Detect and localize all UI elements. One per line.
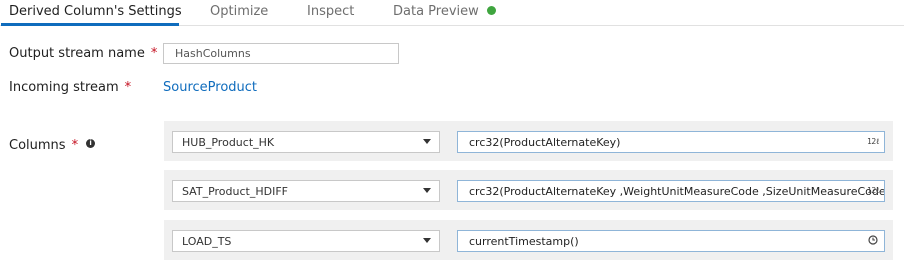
column-row: SAT_Product_HDIFF crc32(ProductAlternate…	[164, 170, 893, 210]
required-marker: *	[150, 46, 158, 61]
required-marker: *	[71, 138, 79, 153]
active-tab-indicator	[1, 23, 179, 26]
tab-data-preview[interactable]: Data Preview	[393, 4, 496, 19]
column-name-value: HUB_Product_HK	[182, 136, 275, 149]
column-name-dropdown[interactable]: HUB_Product_HK	[172, 131, 440, 153]
numeric-type-icon: 12ℓ	[867, 137, 879, 146]
column-expression-input[interactable]: currentTimestamp()	[457, 230, 885, 252]
column-name-value: SAT_Product_HDIFF	[182, 185, 288, 198]
status-dot-icon	[486, 6, 496, 15]
chevron-down-icon	[423, 139, 431, 144]
tab-optimize[interactable]: Optimize	[210, 4, 268, 19]
column-expression-value: currentTimestamp()	[469, 235, 579, 248]
output-stream-name-label: Output stream name *	[9, 46, 157, 61]
column-row: LOAD_TS currentTimestamp()	[164, 220, 893, 260]
tab-inspect[interactable]: Inspect	[307, 4, 354, 19]
column-name-value: LOAD_TS	[182, 235, 232, 248]
chevron-down-icon	[423, 188, 431, 193]
column-name-dropdown[interactable]: SAT_Product_HDIFF	[172, 180, 440, 202]
info-icon[interactable]: i	[86, 139, 96, 148]
required-marker: *	[124, 80, 132, 95]
columns-text: Columns	[9, 138, 66, 153]
tab-bar: Derived Column's Settings Optimize Inspe…	[0, 0, 904, 26]
incoming-stream-label: Incoming stream *	[9, 80, 131, 95]
column-expression-value: crc32(ProductAlternateKey)	[469, 136, 621, 149]
column-expression-input[interactable]: crc32(ProductAlternateKey) 12ℓ	[457, 131, 885, 153]
column-row: HUB_Product_HK crc32(ProductAlternateKey…	[164, 121, 893, 161]
chevron-down-icon	[423, 238, 431, 243]
numeric-type-icon: 12ℓ	[867, 186, 879, 195]
column-name-dropdown[interactable]: LOAD_TS	[172, 230, 440, 252]
tab-data-preview-label: Data Preview	[393, 4, 479, 19]
tab-derived-column-settings[interactable]: Derived Column's Settings	[9, 4, 182, 19]
columns-label: Columns * i	[9, 138, 96, 153]
incoming-stream-text: Incoming stream	[9, 80, 119, 95]
output-stream-name-input[interactable]: HashColumns	[163, 43, 399, 64]
column-expression-input[interactable]: crc32(ProductAlternateKey ,WeightUnitMea…	[457, 180, 885, 202]
column-expression-value: crc32(ProductAlternateKey ,WeightUnitMea…	[469, 185, 885, 198]
output-stream-name-text: Output stream name	[9, 46, 145, 61]
clock-icon	[868, 235, 878, 245]
incoming-stream-link[interactable]: SourceProduct	[163, 80, 257, 95]
